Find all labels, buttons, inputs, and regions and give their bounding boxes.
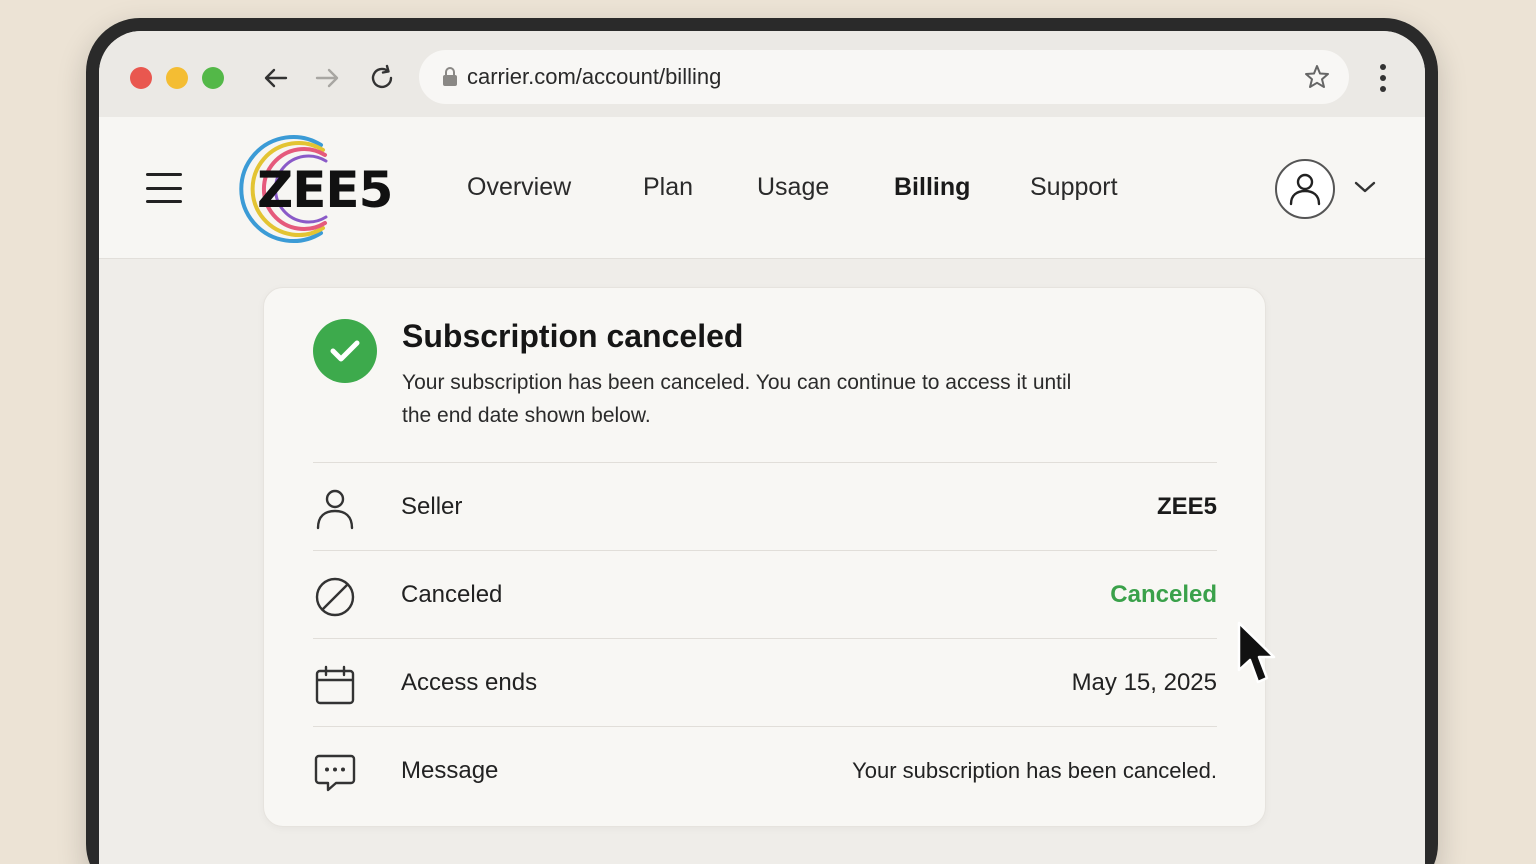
close-window-button[interactable]: [130, 67, 152, 89]
access-end-date: May 15, 2025: [1071, 669, 1217, 696]
address-bar[interactable]: carrier.com/account/billing: [419, 50, 1349, 104]
bookmark-star-icon[interactable]: [1303, 63, 1331, 91]
menu-dot: [1380, 86, 1386, 92]
nav-overview[interactable]: Overview: [467, 173, 571, 202]
minimize-window-button[interactable]: [166, 67, 188, 89]
success-check-icon: [313, 319, 377, 383]
back-button[interactable]: [259, 61, 293, 95]
message-icon: [313, 751, 357, 795]
card-description: Your subscription has been canceled. You…: [402, 371, 1072, 427]
seller-value: ZEE5: [1156, 493, 1217, 520]
hamburger-line: [146, 173, 182, 176]
hamburger-line: [146, 200, 182, 203]
row-label: Message: [401, 757, 499, 784]
nav-support[interactable]: Support: [1030, 173, 1118, 202]
calendar-icon: [313, 663, 357, 707]
nav-billing[interactable]: Billing: [894, 173, 970, 202]
detail-row-access-ends: Access ends May 15, 2025: [313, 638, 1217, 726]
url-text: carrier.com/account/billing: [467, 64, 722, 89]
browser-menu-button[interactable]: [1371, 61, 1395, 95]
row-label: Canceled: [401, 581, 503, 608]
arrow-left-icon: [264, 68, 288, 88]
maximize-window-button[interactable]: [202, 67, 224, 89]
menu-dot: [1380, 64, 1386, 70]
reload-icon: [371, 64, 393, 89]
nav-usage[interactable]: Usage: [757, 173, 829, 202]
browser-window: carrier.com/account/billing ZEE5 Overvie…: [99, 31, 1425, 864]
person-icon: [313, 487, 357, 531]
lock-icon: [443, 67, 457, 86]
forward-button[interactable]: [310, 61, 344, 95]
reload-button[interactable]: [365, 61, 399, 95]
row-label: Access ends: [401, 669, 538, 696]
detail-row-status: Canceled Canceled: [313, 550, 1217, 638]
user-icon: [1289, 173, 1321, 206]
message-value: Your subscription has been canceled.: [852, 758, 1217, 783]
card-title: Subscription canceled: [402, 318, 744, 354]
arrow-right-icon: [315, 68, 339, 88]
account-avatar-button[interactable]: [1275, 159, 1335, 219]
detail-row-message: Message Your subscription has been cance…: [313, 726, 1217, 814]
row-label: Seller: [401, 493, 463, 520]
nav-plan[interactable]: Plan: [643, 173, 693, 202]
detail-row-seller: Seller ZEE5: [313, 462, 1217, 550]
zee5-logo-text: ZEE5: [257, 161, 393, 219]
browser-toolbar: carrier.com/account/billing: [99, 31, 1425, 117]
site-header: ZEE5 Overview Plan Usage Billing Support: [99, 117, 1425, 259]
hamburger-menu-button[interactable]: [146, 173, 182, 203]
cancel-icon: [313, 575, 357, 619]
chevron-down-icon[interactable]: [1353, 179, 1377, 195]
subscription-status-card: Subscription canceled Your subscription …: [263, 287, 1266, 827]
status-value: Canceled: [1110, 581, 1217, 608]
hamburger-line: [146, 186, 182, 190]
menu-dot: [1380, 75, 1386, 81]
mouse-pointer-icon: [1237, 621, 1276, 684]
